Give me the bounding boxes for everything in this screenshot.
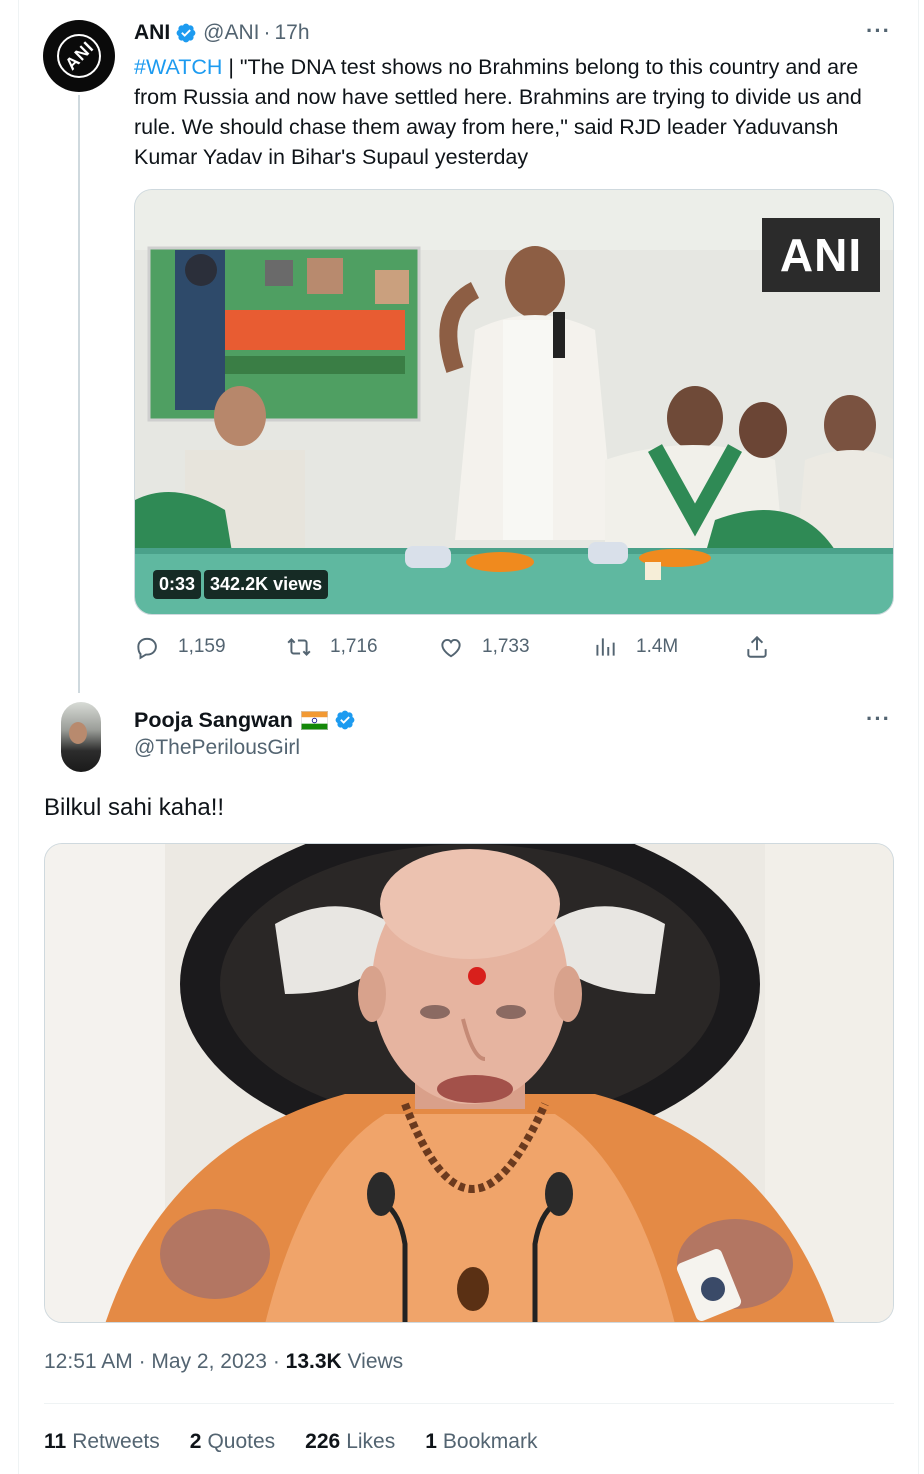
video-info-badge: 0:33 342.2K views (153, 570, 329, 599)
divider (44, 1403, 894, 1404)
more-icon[interactable]: ··· (866, 18, 891, 44)
tweet2-engagement-stats: 11 Retweets 2 Quotes 226 Likes 1 Bookmark (44, 1430, 537, 1454)
verified-badge-icon (335, 710, 355, 730)
views-icon (596, 638, 615, 656)
tweet2-text: Bilkul sahi kaha!! (44, 794, 225, 821)
thread-connector-line (78, 95, 80, 693)
views-count: 1.4M (636, 636, 679, 657)
views-button[interactable]: 1.4M (592, 634, 678, 660)
ani-avatar[interactable]: ANI (43, 20, 115, 92)
pooja-avatar[interactable] (61, 702, 101, 772)
tweet1-action-bar: 1,159 1,716 1,733 1.4M (134, 634, 894, 668)
retweets-count: 11 (44, 1430, 67, 1453)
reply-icon (137, 637, 157, 660)
video-views: 342.2K views (204, 570, 329, 599)
likes-count: 226 (305, 1430, 341, 1453)
tweet2-meta: 12:51 AM · May 2, 2023 · 13.3K Views (44, 1350, 403, 1374)
tweet1-video[interactable]: ANI 0:33 342.2K views (134, 189, 894, 615)
india-flag-icon (300, 710, 328, 730)
meta-separator: · (132, 1350, 152, 1373)
reply-button[interactable]: 1,159 (134, 634, 226, 660)
tweet2-views-label: Views (341, 1350, 404, 1373)
tweet2-date[interactable]: May 2, 2023 (151, 1350, 267, 1373)
tweet2-views-count: 13.3K (285, 1350, 342, 1373)
bookmarks-count: 1 (425, 1430, 437, 1453)
like-button[interactable]: 1,733 (438, 634, 530, 660)
share-button[interactable] (744, 634, 788, 660)
tweet1-header: ANI @ANI · 17h (134, 20, 310, 46)
video-watermark: ANI (762, 218, 880, 292)
bookmarks-stat[interactable]: 1 Bookmark (425, 1430, 537, 1454)
tweet-thread: ANI ANI @ANI · 17h ··· #WATCH | "The DNA… (0, 0, 924, 1474)
pooja-name-row: Pooja Sangwan (134, 706, 362, 734)
retweets-label: Retweets (72, 1430, 160, 1453)
quotes-count: 2 (189, 1430, 202, 1453)
verified-badge-icon (176, 23, 196, 43)
header-separator: · (263, 21, 271, 44)
timeline-border-left (18, 0, 19, 1474)
timeline-border-right (918, 0, 919, 1474)
retweet-count: 1,716 (330, 636, 378, 657)
more-icon[interactable]: ··· (866, 706, 891, 732)
ani-handle[interactable]: @ANI (203, 21, 259, 45)
retweet-icon (287, 638, 311, 656)
meta-separator: · (266, 1350, 286, 1373)
pooja-handle[interactable]: @ThePerilousGirl (134, 736, 300, 760)
tweet2-photo[interactable] (44, 843, 894, 1323)
like-icon (441, 638, 461, 658)
retweets-stat[interactable]: 11 Retweets (44, 1430, 160, 1454)
likes-label: Likes (346, 1430, 396, 1453)
quotes-stat[interactable]: 2 Quotes (190, 1430, 275, 1454)
likes-stat[interactable]: 226 Likes (305, 1430, 395, 1454)
pooja-display-name[interactable]: Pooja Sangwan (134, 708, 293, 733)
ani-display-name[interactable]: ANI (134, 21, 170, 45)
reply-count: 1,159 (178, 636, 226, 657)
like-count: 1,733 (482, 636, 530, 657)
hashtag-link[interactable]: #WATCH (134, 55, 222, 79)
tweet1-body-text: | "The DNA test shows no Brahmins belong… (134, 55, 862, 169)
tweet2-time[interactable]: 12:51 AM (44, 1350, 133, 1373)
tweet1-timestamp[interactable]: 17h (275, 21, 310, 45)
share-icon (747, 635, 767, 658)
tweet1-text: #WATCH | "The DNA test shows no Brahmins… (134, 52, 894, 172)
bookmarks-label: Bookmark (442, 1430, 538, 1453)
retweet-button[interactable]: 1,716 (286, 634, 378, 660)
video-duration: 0:33 (153, 570, 202, 599)
quotes-label: Quotes (207, 1430, 276, 1453)
photo-scene (45, 844, 893, 1322)
